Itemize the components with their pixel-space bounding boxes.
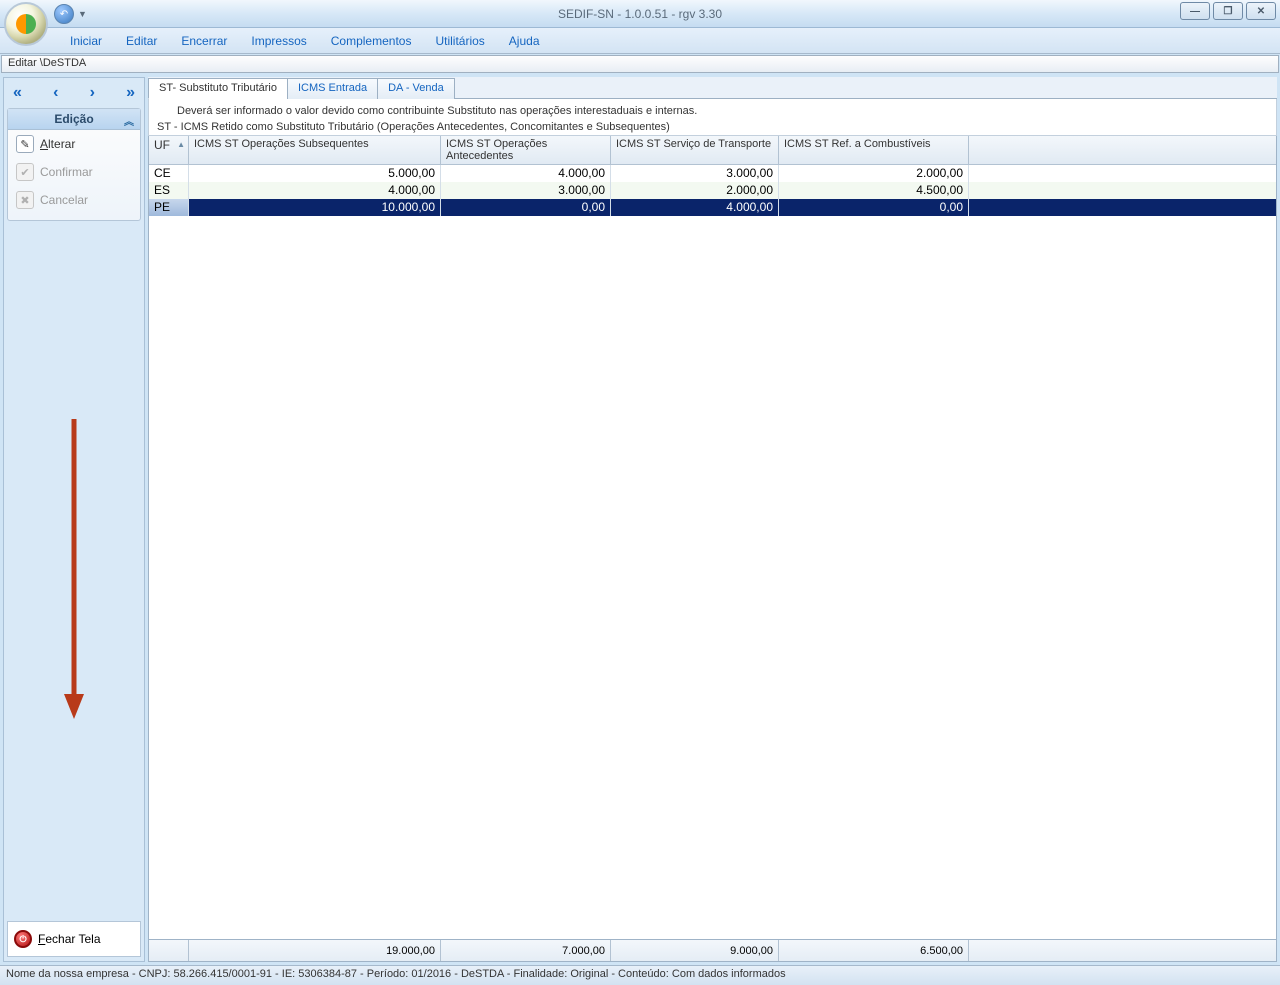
tabs: ST- Substituto Tributário ICMS Entrada D… [148, 77, 1277, 99]
cell-c1: 4.000,00 [189, 182, 441, 199]
table-row[interactable]: PE10.000,000,004.000,000,00 [149, 199, 1276, 216]
grid-header: UF▲ ICMS ST Operações Subsequentes ICMS … [149, 136, 1276, 165]
col-transporte[interactable]: ICMS ST Serviço de Transporte [611, 136, 779, 164]
cell-c2: 0,00 [441, 199, 611, 216]
edicao-panel: Edição ︽ ✎ Alterar ✔ Confirmar ✖ Cancela… [7, 108, 141, 221]
edicao-header[interactable]: Edição ︽ [8, 109, 140, 130]
info-area: Deverá ser informado o valor devido como… [148, 99, 1277, 136]
app-orb-icon[interactable] [4, 2, 48, 46]
minimize-button[interactable]: — [1180, 2, 1210, 20]
sidebar: « ‹ › » Edição ︽ ✎ Alterar ✔ Confirmar ✖… [3, 77, 145, 962]
fechar-tela-button[interactable]: ⏻ Fechar Tela [7, 921, 141, 957]
collapse-icon[interactable]: ︽ [124, 113, 134, 128]
cell-c4: 2.000,00 [779, 165, 969, 182]
menu-complementos[interactable]: Complementos [319, 30, 424, 52]
quick-access-toolbar: ↶ ▼ [54, 4, 87, 24]
alterar-button[interactable]: ✎ Alterar [8, 130, 140, 158]
undo-icon[interactable]: ↶ [54, 4, 74, 24]
record-navigation: « ‹ › » [7, 82, 141, 108]
fechar-tela-label: echar Tela [45, 932, 100, 946]
total-c4: 6.500,00 [779, 940, 969, 961]
nav-prev-icon[interactable]: ‹ [53, 84, 58, 102]
cell-c4: 0,00 [779, 199, 969, 216]
cell-c3: 2.000,00 [611, 182, 779, 199]
x-icon: ✖ [16, 191, 34, 209]
menu-iniciar[interactable]: Iniciar [58, 30, 114, 52]
menu-impressos[interactable]: Impressos [239, 30, 318, 52]
cell-uf: PE [149, 199, 189, 216]
total-c1: 19.000,00 [189, 940, 441, 961]
content-area: ST- Substituto Tributário ICMS Entrada D… [148, 77, 1277, 962]
maximize-button[interactable]: ❐ [1213, 2, 1243, 20]
menu-editar[interactable]: Editar [114, 30, 169, 52]
info-line1: Deverá ser informado o valor devido como… [177, 105, 1268, 117]
col-subsequentes[interactable]: ICMS ST Operações Subsequentes [189, 136, 441, 164]
info-line2: ST - ICMS Retido como Substituto Tributá… [157, 121, 1268, 133]
pencil-icon: ✎ [16, 135, 34, 153]
cell-c1: 10.000,00 [189, 199, 441, 216]
cell-c2: 3.000,00 [441, 182, 611, 199]
power-icon: ⏻ [14, 930, 32, 948]
check-icon: ✔ [16, 163, 34, 181]
grid-body[interactable]: CE5.000,004.000,003.000,002.000,00ES4.00… [149, 165, 1276, 939]
edicao-header-label: Edição [54, 112, 93, 126]
cell-uf: ES [149, 182, 189, 199]
nav-last-icon[interactable]: » [126, 84, 135, 102]
menu-ajuda[interactable]: Ajuda [497, 30, 552, 52]
grid-footer: 19.000,00 7.000,00 9.000,00 6.500,00 [149, 939, 1276, 961]
tab-icms-entrada[interactable]: ICMS Entrada [287, 78, 378, 99]
close-button[interactable]: ✕ [1246, 2, 1276, 20]
nav-next-icon[interactable]: › [90, 84, 95, 102]
col-uf[interactable]: UF▲ [149, 136, 189, 164]
status-bar: Nome da nossa empresa - CNPJ: 58.266.415… [0, 965, 1280, 985]
table-row[interactable]: ES4.000,003.000,002.000,004.500,00 [149, 182, 1276, 199]
alterar-label: lterar [48, 137, 75, 151]
tab-da-venda[interactable]: DA - Venda [377, 78, 455, 99]
cell-c1: 5.000,00 [189, 165, 441, 182]
qat-dropdown-icon[interactable]: ▼ [78, 9, 87, 19]
col-antecedentes[interactable]: ICMS ST Operações Antecedentes [441, 136, 611, 164]
cell-c2: 4.000,00 [441, 165, 611, 182]
cell-c4: 4.500,00 [779, 182, 969, 199]
table-row[interactable]: CE5.000,004.000,003.000,002.000,00 [149, 165, 1276, 182]
col-combustiveis[interactable]: ICMS ST Ref. a Combustíveis [779, 136, 969, 164]
cancelar-button: ✖ Cancelar [8, 186, 140, 214]
window-title: SEDIF-SN - 1.0.0.51 - rgv 3.30 [558, 7, 722, 21]
menu-encerrar[interactable]: Encerrar [169, 30, 239, 52]
total-c3: 9.000,00 [611, 940, 779, 961]
breadcrumb: Editar \DeSTDA [1, 55, 1279, 73]
confirmar-label: Confirmar [40, 165, 93, 179]
cell-uf: CE [149, 165, 189, 182]
sort-asc-icon: ▲ [177, 140, 185, 149]
title-bar: ↶ ▼ SEDIF-SN - 1.0.0.51 - rgv 3.30 — ❐ ✕ [0, 0, 1280, 28]
tab-st[interactable]: ST- Substituto Tributário [148, 78, 288, 99]
cell-c3: 3.000,00 [611, 165, 779, 182]
menu-bar: Iniciar Editar Encerrar Impressos Comple… [0, 28, 1280, 54]
cancelar-label: Cancelar [40, 193, 88, 207]
confirmar-button: ✔ Confirmar [8, 158, 140, 186]
total-c2: 7.000,00 [441, 940, 611, 961]
footer-uf [149, 940, 189, 961]
nav-first-icon[interactable]: « [13, 84, 22, 102]
menu-utilitarios[interactable]: Utilitários [423, 30, 496, 52]
annotation-arrow [7, 221, 141, 917]
cell-c3: 4.000,00 [611, 199, 779, 216]
data-grid[interactable]: UF▲ ICMS ST Operações Subsequentes ICMS … [148, 136, 1277, 962]
